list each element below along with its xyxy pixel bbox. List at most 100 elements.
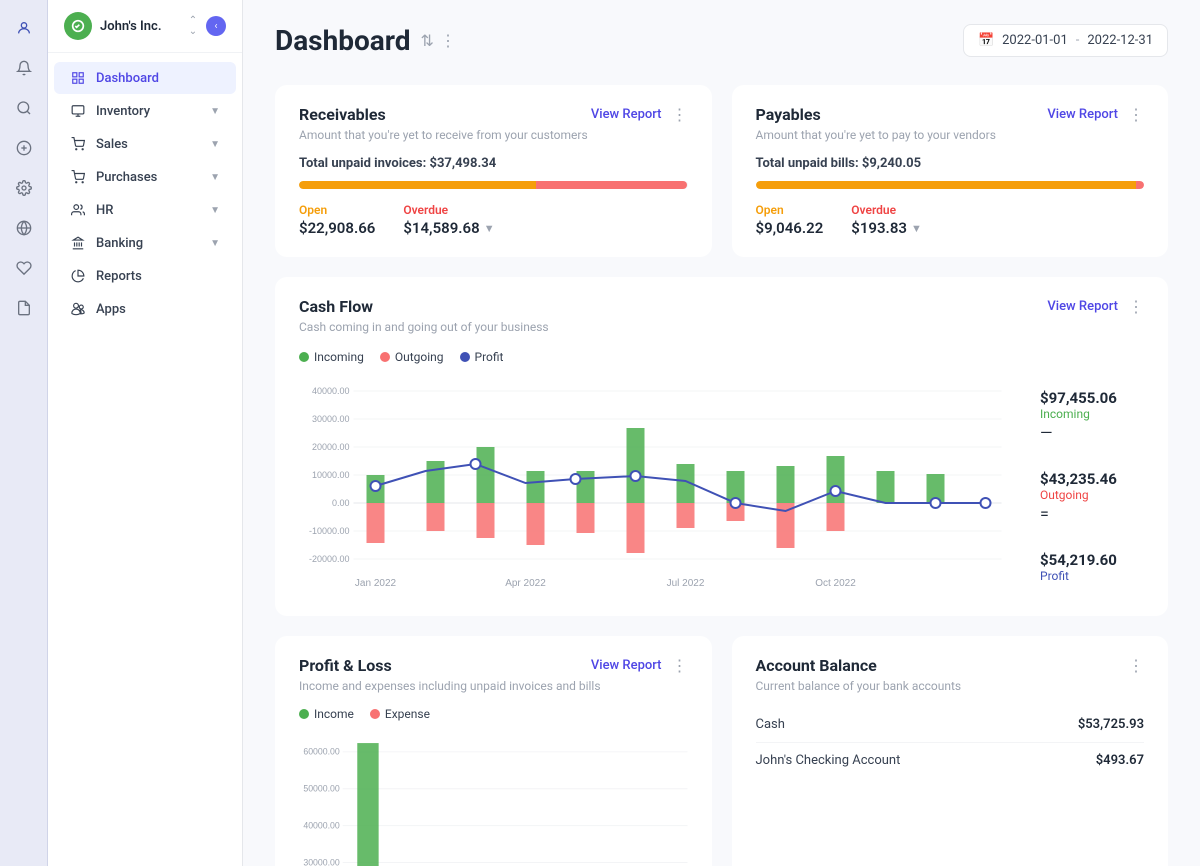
receivables-overdue-dropdown[interactable]: ▼ bbox=[484, 222, 495, 235]
sidebar-item-label-hr: HR bbox=[96, 203, 113, 218]
sales-chevron-icon: ▼ bbox=[210, 139, 220, 150]
icon-search[interactable] bbox=[8, 92, 40, 124]
sidebar-item-banking[interactable]: Banking ▼ bbox=[54, 227, 236, 259]
sidebar-item-label-sales: Sales bbox=[96, 137, 128, 152]
purchases-chevron-icon: ▼ bbox=[210, 172, 220, 183]
payables-header-right: View Report ⋮ bbox=[1047, 105, 1144, 124]
receivables-header-right: View Report ⋮ bbox=[591, 105, 688, 124]
banking-icon bbox=[70, 235, 86, 251]
account-cash-value: $53,725.93 bbox=[1078, 717, 1144, 732]
sidebar-item-sales[interactable]: Sales ▼ bbox=[54, 128, 236, 160]
receivables-progress-bar bbox=[299, 181, 688, 189]
legend-incoming-label: Incoming bbox=[314, 350, 364, 364]
hr-chevron-icon: ▼ bbox=[210, 205, 220, 216]
company-switcher-chevron[interactable]: ⌃⌄ bbox=[184, 17, 202, 35]
legend-outgoing-dot bbox=[380, 352, 390, 362]
pl-legend-income: Income bbox=[299, 707, 354, 721]
account-row-cash: Cash $53,725.93 bbox=[756, 707, 1145, 743]
profit-loss-view-report[interactable]: View Report bbox=[591, 658, 662, 673]
payables-more-icon[interactable]: ⋮ bbox=[1128, 105, 1144, 124]
receivables-overdue-bar bbox=[536, 181, 688, 189]
sidebar-item-hr[interactable]: HR ▼ bbox=[54, 194, 236, 226]
payables-title: Payables bbox=[756, 105, 821, 124]
payables-overdue-dropdown[interactable]: ▼ bbox=[911, 222, 922, 235]
payables-header: Payables View Report ⋮ bbox=[756, 105, 1145, 124]
profit-loss-more-icon[interactable]: ⋮ bbox=[672, 656, 688, 675]
title-more-icon[interactable]: ⋮ bbox=[440, 31, 456, 50]
profit-loss-card: Profit & Loss View Report ⋮ Income and e… bbox=[275, 636, 712, 866]
receivables-total-label: Total unpaid invoices: bbox=[299, 156, 426, 171]
receivables-view-report[interactable]: View Report bbox=[591, 107, 662, 122]
svg-text:30000.00: 30000.00 bbox=[312, 414, 350, 424]
payables-open-bar bbox=[756, 181, 1137, 189]
svg-text:Jan 2022: Jan 2022 bbox=[355, 578, 397, 589]
icon-plus[interactable] bbox=[8, 132, 40, 164]
cash-flow-chart-area: 40000.00 30000.00 20000.00 10000.00 0.00… bbox=[299, 376, 1024, 596]
svg-text:10000.00: 10000.00 bbox=[312, 470, 350, 480]
cash-flow-view-report[interactable]: View Report bbox=[1047, 299, 1118, 314]
sidebar-item-dashboard[interactable]: Dashboard bbox=[54, 62, 236, 94]
receivables-more-icon[interactable]: ⋮ bbox=[672, 105, 688, 124]
dashboard-icon bbox=[70, 70, 86, 86]
company-name: John's Inc. bbox=[100, 19, 162, 34]
page-title: Dashboard bbox=[275, 24, 411, 57]
legend-profit: Profit bbox=[460, 350, 504, 364]
sidebar-item-reports[interactable]: Reports bbox=[54, 260, 236, 292]
icon-user[interactable] bbox=[8, 12, 40, 44]
icon-settings[interactable] bbox=[8, 172, 40, 204]
reports-icon bbox=[70, 268, 86, 284]
sidebar-icon-column bbox=[0, 0, 48, 866]
icon-file[interactable] bbox=[8, 292, 40, 324]
payables-overdue-stat: Overdue $193.83 ▼ bbox=[851, 203, 922, 237]
payables-total-label: Total unpaid bills: bbox=[756, 156, 859, 171]
date-end: 2022-12-31 bbox=[1087, 33, 1153, 48]
cash-flow-header-right: View Report ⋮ bbox=[1047, 297, 1144, 316]
legend-incoming: Incoming bbox=[299, 350, 364, 364]
title-sort-icon[interactable]: ⇅ bbox=[421, 31, 434, 50]
date-separator: - bbox=[1076, 33, 1080, 48]
receivables-open-bar bbox=[299, 181, 536, 189]
sidebar-header-controls: ⌃⌄ ‹ bbox=[184, 16, 226, 36]
profit-loss-chart-area: 60000.00 50000.00 40000.00 30000.00 bbox=[299, 733, 688, 866]
inventory-icon bbox=[70, 103, 86, 119]
payables-open-value: $9,046.22 bbox=[756, 219, 824, 237]
date-start: 2022-01-01 bbox=[1002, 33, 1068, 48]
sidebar-item-apps[interactable]: Apps bbox=[54, 293, 236, 325]
sidebar-item-label-dashboard: Dashboard bbox=[96, 71, 159, 86]
icon-globe[interactable] bbox=[8, 212, 40, 244]
profit-loss-header-right: View Report ⋮ bbox=[591, 656, 688, 675]
payables-view-report[interactable]: View Report bbox=[1047, 107, 1118, 122]
account-balance-more-icon[interactable]: ⋮ bbox=[1128, 656, 1144, 675]
account-cash-name: Cash bbox=[756, 717, 785, 732]
banking-chevron-icon: ▼ bbox=[210, 238, 220, 249]
calendar-icon: 📅 bbox=[978, 33, 994, 48]
cash-flow-title: Cash Flow bbox=[299, 297, 373, 316]
account-balance-subtitle: Current balance of your bank accounts bbox=[756, 679, 1145, 693]
icon-bell[interactable] bbox=[8, 52, 40, 84]
payables-progress-bar bbox=[756, 181, 1145, 189]
sidebar-item-label-apps: Apps bbox=[96, 302, 126, 317]
cash-flow-header: Cash Flow View Report ⋮ bbox=[299, 297, 1144, 316]
cash-flow-legend: Incoming Outgoing Profit bbox=[299, 350, 1144, 364]
payables-overdue-label: Overdue bbox=[851, 203, 922, 217]
receivables-open-value: $22,908.66 bbox=[299, 219, 375, 237]
svg-text:Oct 2022: Oct 2022 bbox=[815, 578, 856, 589]
purchases-icon bbox=[70, 169, 86, 185]
bottom-row: Profit & Loss View Report ⋮ Income and e… bbox=[275, 636, 1168, 866]
svg-text:60000.00: 60000.00 bbox=[303, 747, 340, 757]
sidebar-item-inventory[interactable]: Inventory ▼ bbox=[54, 95, 236, 127]
pl-expense-dot bbox=[370, 709, 380, 719]
company-info[interactable]: John's Inc. bbox=[64, 12, 162, 40]
cash-flow-card: Cash Flow View Report ⋮ Cash coming in a… bbox=[275, 277, 1168, 616]
icon-heart[interactable] bbox=[8, 252, 40, 284]
cash-flow-chart-container: 40000.00 30000.00 20000.00 10000.00 0.00… bbox=[299, 376, 1144, 596]
date-range-picker[interactable]: 📅 2022-01-01 - 2022-12-31 bbox=[963, 24, 1168, 57]
main-header: Dashboard ⇅ ⋮ 📅 2022-01-01 - 2022-12-31 bbox=[275, 24, 1168, 57]
legend-profit-label: Profit bbox=[475, 350, 504, 364]
sidebar-nav: Dashboard Inventory ▼ Sales ▼ bbox=[48, 53, 242, 866]
sidebar-item-purchases[interactable]: Purchases ▼ bbox=[54, 161, 236, 193]
sidebar-collapse-button[interactable]: ‹ bbox=[206, 16, 226, 36]
cash-flow-more-icon[interactable]: ⋮ bbox=[1128, 297, 1144, 316]
title-area: Dashboard ⇅ ⋮ bbox=[275, 24, 456, 57]
svg-text:50000.00: 50000.00 bbox=[303, 784, 340, 794]
